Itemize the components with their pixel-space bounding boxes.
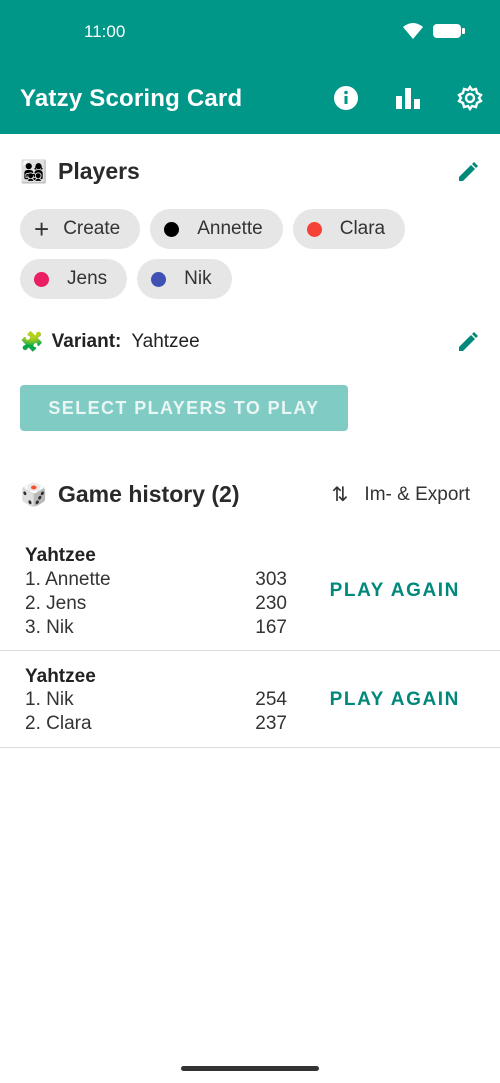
pencil-icon: [459, 332, 478, 351]
battery-icon: [432, 22, 466, 45]
player-chip-annette[interactable]: Annette: [150, 209, 283, 249]
player-color-dot: [306, 221, 322, 237]
info-icon[interactable]: [332, 84, 360, 112]
edit-players-button[interactable]: [454, 158, 482, 186]
result-row: 3. Nik 167: [25, 617, 287, 639]
status-icons: [402, 22, 466, 45]
result-row: 2. Clara 237: [25, 713, 287, 735]
home-indicator[interactable]: [181, 1066, 319, 1071]
app-bar: Yatzy Scoring Card: [0, 64, 500, 134]
result-rank: 2. Clara: [25, 713, 92, 734]
player-color-dot: [34, 271, 49, 287]
result-rank: 1. Annette: [25, 569, 111, 590]
swap-vert-icon: ⇅: [331, 484, 349, 506]
select-players-button[interactable]: SELECT PLAYERS TO PLAY: [20, 385, 348, 431]
wifi-icon: [402, 22, 424, 45]
app-title: Yatzy Scoring Card: [20, 85, 243, 112]
create-label: Create: [63, 218, 121, 239]
player-name: Clara: [339, 218, 386, 239]
variant-label: Variant:: [51, 331, 122, 352]
result-score: 254: [255, 689, 287, 710]
result-row: 1. Nik 254: [25, 689, 287, 711]
plus-icon: +: [34, 214, 50, 244]
result-score: 167: [255, 617, 287, 638]
edit-variant-button[interactable]: [454, 328, 482, 356]
variant-value: Yahtzee: [131, 331, 200, 352]
player-name: Nik: [184, 268, 212, 289]
result-score: 303: [255, 569, 287, 590]
player-chip-jens[interactable]: Jens: [20, 259, 128, 299]
status-time: 11:00: [84, 22, 126, 41]
create-player-chip[interactable]: + Create: [20, 209, 141, 249]
player-color-dot: [151, 271, 167, 287]
play-again-button[interactable]: PLAY AGAIN: [330, 580, 460, 602]
family-icon: 👨‍👩‍👧‍👦: [20, 158, 48, 184]
player-name: Annette: [197, 218, 263, 239]
settings-icon[interactable]: [456, 84, 484, 112]
player-chips: + Create Annette Clara Jens Nik: [20, 209, 480, 309]
result-rank: 3. Nik: [25, 617, 74, 638]
dice-icon: 🎲: [20, 481, 48, 507]
player-name: Jens: [67, 268, 108, 289]
game-card: Yahtzee 1. Nik 254 2. Clara 237 PLAY AGA…: [0, 651, 500, 748]
game-card: Yahtzee 1. Annette 303 2. Jens 230 3. Ni…: [0, 530, 500, 651]
result-rank: 1. Nik: [25, 689, 74, 710]
game-variant: Yahtzee: [25, 545, 96, 566]
stats-icon[interactable]: [394, 84, 422, 112]
history-title: Game history (2): [58, 481, 240, 507]
players-header: 👨‍👩‍👧‍👦 Players: [20, 158, 140, 185]
variant-row: 🧩 Variant: Yahtzee: [20, 330, 200, 354]
game-variant: Yahtzee: [25, 666, 96, 687]
play-again-button[interactable]: PLAY AGAIN: [330, 689, 460, 711]
status-bar: 11:00: [0, 0, 500, 64]
player-chip-nik[interactable]: Nik: [137, 259, 232, 299]
history-header: 🎲 Game history (2): [20, 481, 240, 508]
result-row: 1. Annette 303: [25, 569, 287, 591]
result-score: 237: [255, 713, 287, 734]
player-chip-clara[interactable]: Clara: [292, 209, 406, 249]
import-export-button[interactable]: ⇅ Im- & Export: [332, 482, 470, 507]
export-label: Im- & Export: [364, 483, 470, 505]
players-title: Players: [58, 158, 140, 184]
result-rank: 2. Jens: [25, 593, 87, 614]
player-color-dot: [164, 221, 180, 237]
result-score: 230: [255, 593, 287, 614]
puzzle-icon: 🧩: [20, 332, 44, 353]
result-row: 2. Jens 230: [25, 593, 287, 615]
pencil-icon: [459, 162, 478, 181]
appbar-actions: [332, 84, 484, 112]
